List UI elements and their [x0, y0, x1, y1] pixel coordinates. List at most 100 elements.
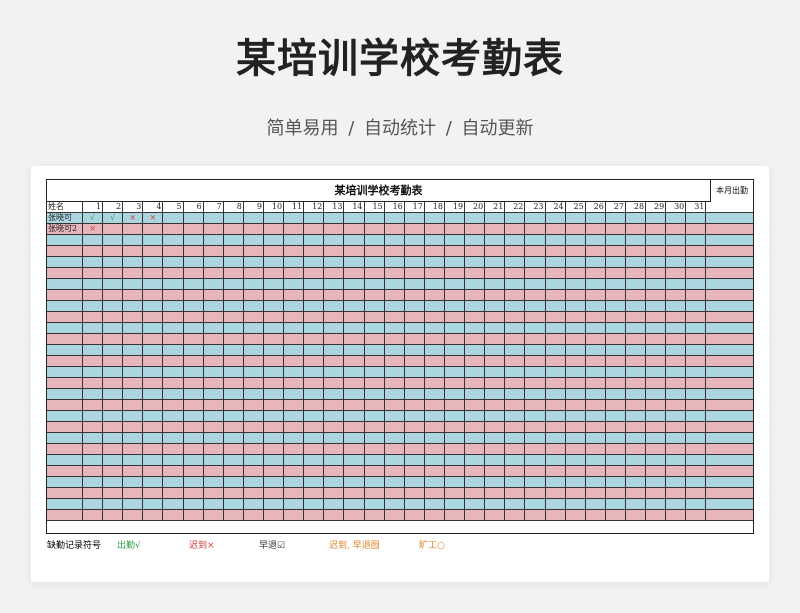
attendance-cell[interactable] — [163, 345, 184, 355]
attendance-cell[interactable] — [646, 455, 667, 465]
attendance-cell[interactable] — [546, 389, 566, 399]
day-header-cell[interactable]: 8 — [224, 202, 244, 212]
attendance-cell[interactable] — [425, 334, 445, 344]
attendance-cell[interactable] — [405, 400, 425, 410]
attendance-cell[interactable] — [324, 257, 345, 267]
attendance-cell[interactable] — [284, 488, 305, 498]
attendance-cell[interactable] — [83, 356, 104, 366]
attendance-cell[interactable] — [83, 235, 104, 245]
attendance-cell[interactable] — [546, 444, 566, 454]
attendance-cell[interactable] — [405, 279, 425, 289]
attendance-cell[interactable] — [445, 290, 466, 300]
attendance-cell[interactable] — [163, 455, 184, 465]
attendance-cell[interactable] — [546, 246, 566, 256]
total-cell[interactable] — [706, 301, 752, 311]
attendance-cell[interactable] — [244, 268, 264, 278]
attendance-cell[interactable] — [666, 422, 687, 432]
attendance-cell[interactable] — [385, 488, 405, 498]
attendance-cell[interactable] — [686, 224, 707, 234]
attendance-cell[interactable] — [184, 411, 204, 421]
attendance-cell[interactable] — [405, 301, 425, 311]
attendance-cell[interactable] — [123, 334, 144, 344]
attendance-cell[interactable] — [626, 422, 647, 432]
attendance-cell[interactable] — [546, 477, 566, 487]
attendance-cell[interactable] — [626, 400, 647, 410]
attendance-cell[interactable] — [586, 455, 606, 465]
attendance-cell[interactable] — [405, 290, 425, 300]
attendance-cell[interactable] — [546, 235, 566, 245]
total-cell[interactable] — [706, 422, 752, 432]
attendance-cell[interactable] — [626, 389, 647, 399]
attendance-cell[interactable] — [405, 411, 425, 421]
attendance-cell[interactable] — [204, 389, 224, 399]
attendance-cell[interactable] — [204, 422, 224, 432]
student-name-cell[interactable] — [47, 312, 83, 322]
attendance-cell[interactable] — [566, 246, 586, 256]
attendance-cell[interactable] — [83, 466, 104, 476]
attendance-cell[interactable] — [184, 268, 204, 278]
attendance-cell[interactable] — [143, 290, 164, 300]
attendance-cell[interactable] — [324, 422, 345, 432]
attendance-cell[interactable] — [304, 466, 325, 476]
attendance-cell[interactable] — [244, 477, 264, 487]
attendance-cell[interactable] — [646, 301, 667, 311]
attendance-cell[interactable] — [525, 444, 546, 454]
attendance-cell[interactable] — [365, 268, 385, 278]
student-name-cell[interactable] — [47, 246, 83, 256]
attendance-cell[interactable] — [566, 477, 586, 487]
attendance-cell[interactable] — [606, 510, 626, 520]
attendance-cell[interactable] — [425, 323, 445, 333]
attendance-cell[interactable] — [163, 235, 184, 245]
attendance-cell[interactable] — [566, 488, 586, 498]
attendance-cell[interactable] — [586, 290, 606, 300]
attendance-cell[interactable] — [646, 290, 667, 300]
attendance-cell[interactable] — [184, 290, 204, 300]
attendance-cell[interactable] — [505, 378, 526, 388]
attendance-cell[interactable] — [304, 378, 325, 388]
attendance-cell[interactable] — [525, 224, 546, 234]
attendance-cell[interactable] — [485, 433, 506, 443]
student-name-cell[interactable]: 张晓可 — [47, 213, 83, 223]
attendance-cell[interactable] — [405, 444, 425, 454]
attendance-cell[interactable] — [284, 268, 305, 278]
attendance-cell[interactable] — [204, 367, 224, 377]
attendance-cell[interactable] — [123, 345, 144, 355]
attendance-cell[interactable] — [204, 224, 224, 234]
attendance-cell[interactable] — [365, 279, 385, 289]
attendance-cell[interactable] — [586, 488, 606, 498]
attendance-cell[interactable] — [184, 246, 204, 256]
attendance-cell[interactable] — [485, 290, 506, 300]
attendance-cell[interactable] — [586, 378, 606, 388]
attendance-cell[interactable] — [264, 345, 285, 355]
attendance-cell[interactable] — [344, 224, 365, 234]
attendance-cell[interactable] — [465, 224, 486, 234]
attendance-cell[interactable] — [606, 224, 626, 234]
attendance-cell[interactable] — [83, 488, 104, 498]
attendance-cell[interactable] — [425, 422, 445, 432]
attendance-cell[interactable] — [525, 499, 546, 509]
attendance-cell[interactable] — [103, 411, 124, 421]
attendance-cell[interactable] — [445, 246, 466, 256]
attendance-cell[interactable]: × — [123, 213, 144, 223]
day-header-cell[interactable]: 15 — [365, 202, 385, 212]
attendance-cell[interactable] — [425, 356, 445, 366]
attendance-cell[interactable] — [344, 422, 365, 432]
attendance-cell[interactable] — [566, 301, 586, 311]
attendance-cell[interactable] — [324, 466, 345, 476]
attendance-cell[interactable] — [485, 444, 506, 454]
attendance-cell[interactable] — [465, 323, 486, 333]
attendance-cell[interactable] — [445, 257, 466, 267]
attendance-cell[interactable] — [686, 235, 707, 245]
day-header-cell[interactable]: 16 — [385, 202, 405, 212]
attendance-cell[interactable] — [686, 301, 707, 311]
attendance-cell[interactable] — [646, 246, 667, 256]
attendance-cell[interactable] — [204, 411, 224, 421]
attendance-cell[interactable] — [143, 389, 164, 399]
attendance-cell[interactable] — [606, 301, 626, 311]
attendance-cell[interactable] — [546, 290, 566, 300]
attendance-cell[interactable] — [586, 323, 606, 333]
attendance-cell[interactable] — [586, 246, 606, 256]
attendance-cell[interactable] — [123, 224, 144, 234]
attendance-cell[interactable] — [224, 422, 244, 432]
attendance-cell[interactable] — [566, 235, 586, 245]
